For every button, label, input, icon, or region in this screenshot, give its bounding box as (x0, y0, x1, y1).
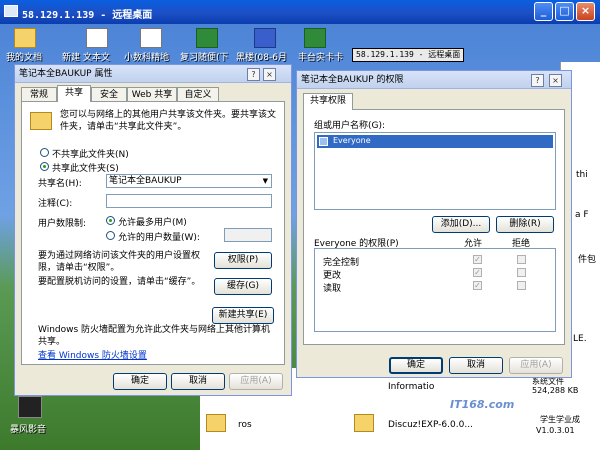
file-size: 524,288 KB (532, 386, 579, 395)
desktop-icon-label: 小数科精地 (124, 53, 170, 63)
permissions-description: 要为通过网络访问该文件夹的用户设置权限，请单击“权限”。 (38, 251, 201, 273)
text-file-icon[interactable] (86, 28, 108, 48)
background-text: a F (575, 210, 589, 220)
inner-remote-desktop-bar: 58.129.1.139 - 远程桌面 (352, 48, 464, 62)
word-icon[interactable] (254, 28, 276, 48)
share-permissions-panel: 组或用户名称(G): Everyone 添加(D)... 删除(R) Every… (303, 109, 565, 345)
folder-icon[interactable] (354, 414, 374, 432)
properties-apply-button[interactable]: 应用(A) (229, 373, 283, 390)
shared-folder-icon (30, 112, 52, 130)
help-button[interactable]: ? (531, 74, 544, 87)
permissions-cancel-button[interactable]: 取消 (449, 357, 503, 374)
cache-description: 要配置脱机访问的设置，请单击“缓存”。 (38, 277, 201, 287)
firewall-text: Windows 防火墙配置为允许此文件夹与网络上其他计算机共享。 (38, 325, 271, 347)
deny-read-checkbox[interactable] (517, 281, 526, 290)
no-share-label: 不共享此文件夹(N) (52, 150, 129, 160)
file-name[interactable]: V1.0.3.01 (536, 426, 575, 435)
properties-cancel-button[interactable]: 取消 (171, 373, 225, 390)
inner-remote-desktop-title: 58.129.1.139 - 远程桌面 (356, 50, 461, 59)
remove-button[interactable]: 删除(R) (496, 216, 554, 233)
max-allowed-label: 允许最多用户(M) (118, 218, 187, 228)
user-name: Everyone (333, 136, 371, 145)
new-share-button[interactable]: 新建共享(E) (212, 307, 274, 324)
background-text: LE. (573, 334, 587, 344)
desktop-icon-label: 复习随便(下 (180, 53, 229, 63)
file-name[interactable]: ros (238, 420, 252, 430)
file-name[interactable]: Informatio (388, 382, 434, 392)
remote-desktop-title: 58.129.1.139 - 远程桌面 (22, 10, 153, 21)
allowed-count-label: 允许的用户数量(W): (118, 233, 200, 243)
no-share-radio[interactable] (40, 148, 49, 157)
deny-change-checkbox[interactable] (517, 268, 526, 277)
excel-icon[interactable] (196, 28, 218, 48)
sharing-panel: 您可以与网络上的其他用户共享该文件夹。要共享该文件夹，请单击“共享此文件夹”。 … (21, 101, 285, 365)
add-button[interactable]: 添加(D)... (432, 216, 490, 233)
cache-button[interactable]: 缓存(G) (214, 278, 272, 295)
tab-share-permissions[interactable]: 共享权限 (303, 93, 353, 110)
file-name[interactable]: 学生学业成 (540, 414, 580, 425)
tab-web-sharing[interactable]: Web 共享 (127, 87, 177, 102)
users-icon (319, 137, 328, 146)
group-label: 组或用户名称(G): (314, 121, 386, 131)
desktop-icon-label: 丰台实卡卡 (298, 53, 344, 63)
media-player-icon[interactable] (18, 396, 42, 418)
desktop-icon-label: 新建 文本文 (62, 53, 110, 63)
tab-security[interactable]: 安全 (91, 87, 127, 102)
maximize-button[interactable]: □ (555, 2, 574, 21)
comment-input[interactable] (106, 194, 272, 208)
comment-label: 注释(C): (38, 199, 73, 209)
allow-full-control-checkbox[interactable]: ✓ (473, 255, 482, 264)
dialog-close-button[interactable]: × (263, 68, 276, 81)
permissions-apply-button[interactable]: 应用(A) (509, 357, 563, 374)
permissions-dialog: 笔记本全BAUKUP 的权限 ? × 共享权限 组或用户名称(G): Every… (296, 70, 572, 378)
share-name-value: 笔记本全BAUKUP (109, 176, 182, 186)
dialog-close-button[interactable]: × (549, 74, 562, 87)
allowed-count-spinner[interactable] (224, 228, 272, 242)
share-label: 共享此文件夹(S) (52, 164, 119, 174)
user-limit-label: 用户数限制: (38, 219, 87, 229)
excel-icon[interactable] (304, 28, 326, 48)
help-button[interactable]: ? (247, 68, 260, 81)
file-name[interactable]: Discuz!EXP-6.0.0... (388, 420, 473, 430)
share-name-select[interactable]: 笔记本全BAUKUP ▼ (106, 174, 272, 188)
chevron-down-icon: ▼ (262, 177, 268, 185)
max-allowed-radio[interactable] (106, 216, 115, 225)
user-list[interactable]: Everyone (314, 132, 556, 210)
allow-change-checkbox[interactable]: ✓ (473, 268, 482, 277)
permissions-button[interactable]: 权限(P) (214, 252, 272, 269)
desktop-icon-label: 暴风影音 (10, 425, 47, 435)
tab-sharing[interactable]: 共享 (57, 85, 91, 102)
deny-full-control-checkbox[interactable] (517, 255, 526, 264)
minimize-button[interactable]: _ (534, 2, 553, 21)
allowed-count-radio[interactable] (106, 231, 115, 240)
tab-customize[interactable]: 自定义 (177, 87, 219, 102)
properties-ok-button[interactable]: 确定 (113, 373, 167, 390)
sharing-description: 您可以与网络上的其他用户共享该文件夹。要共享该文件夹，请单击“共享此文件夹”。 (60, 110, 277, 132)
tab-general[interactable]: 常规 (21, 87, 57, 102)
share-name-label: 共享名(H): (38, 179, 82, 189)
background-text: 件包 (578, 255, 597, 265)
permission-name: 读取 (323, 284, 342, 294)
desktop-icon-label: 我的文档 (6, 53, 43, 63)
desktop-icon-label: 黑楼(08-6月 (236, 53, 287, 63)
permission-name: 完全控制 (323, 258, 360, 268)
close-button[interactable]: × (576, 2, 595, 21)
firewall-settings-link[interactable]: 查看 Windows 防火墙设置 (38, 348, 147, 361)
file-icon[interactable] (140, 28, 162, 48)
remote-desktop-icon (4, 5, 18, 17)
permissions-title: 笔记本全BAUKUP 的权限 (297, 71, 571, 89)
allow-read-checkbox[interactable]: ✓ (473, 281, 482, 290)
watermark: IT168.com (450, 398, 515, 411)
remote-desktop-titlebar: 58.129.1.139 - 远程桌面 _ □ × (0, 0, 600, 24)
background-text: thi (576, 170, 588, 180)
folder-icon[interactable] (14, 28, 36, 48)
folder-icon[interactable] (206, 414, 226, 432)
share-radio[interactable] (40, 162, 49, 171)
permission-list: 完全控制 ✓ 更改 ✓ 读取 ✓ (314, 248, 556, 332)
permissions-ok-button[interactable]: 确定 (389, 357, 443, 374)
properties-dialog: 笔记本全BAUKUP 属性 ? × 常规 共享 安全 Web 共享 自定义 您可… (14, 64, 292, 396)
list-item-everyone[interactable]: Everyone (317, 135, 553, 148)
permission-name: 更改 (323, 271, 342, 281)
